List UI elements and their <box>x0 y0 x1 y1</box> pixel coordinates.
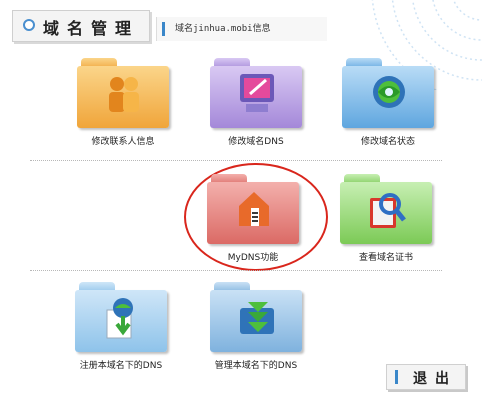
globe-status-icon <box>342 58 434 130</box>
monitor-edit-icon <box>210 58 302 130</box>
exit-button[interactable]: 退出 <box>386 364 466 390</box>
info-bar-icon <box>162 22 165 36</box>
contacts-icon <box>77 58 169 130</box>
domain-info-text: 域名jinhua.mobi信息 <box>175 24 271 34</box>
register-dns-icon <box>75 282 167 354</box>
manage-dns-button[interactable]: 管理本域名下的DNS <box>201 282 311 371</box>
mydns-house-icon <box>207 174 299 246</box>
edit-dns-button[interactable]: 修改域名DNS <box>201 58 311 147</box>
register-dns-button[interactable]: 注册本域名下的DNS <box>66 282 176 371</box>
row-divider-1 <box>30 160 442 161</box>
edit-dns-label: 修改域名DNS <box>228 137 284 147</box>
mydns-label: MyDNS功能 <box>227 253 279 263</box>
exit-label: 退出 <box>413 371 457 387</box>
manage-dns-label: 管理本域名下的DNS <box>214 361 298 371</box>
title-bullet-icon <box>23 19 35 31</box>
certificate-search-icon <box>340 174 432 246</box>
mydns-button[interactable]: MyDNS功能 <box>198 174 308 263</box>
section-title-box: 域名管理 <box>12 10 150 42</box>
view-certificate-button[interactable]: 查看域名证书 <box>331 174 441 263</box>
edit-contacts-label: 修改联系人信息 <box>91 137 155 147</box>
domain-info-box: 域名jinhua.mobi信息 <box>156 17 327 41</box>
edit-contacts-button[interactable]: 修改联系人信息 <box>68 58 178 147</box>
register-dns-label: 注册本域名下的DNS <box>79 361 163 371</box>
page-title: 域名管理 <box>43 19 140 38</box>
exit-bar-icon <box>395 370 398 384</box>
row-divider-2 <box>30 270 442 271</box>
edit-status-button[interactable]: 修改域名状态 <box>333 58 443 147</box>
manage-dns-icon <box>210 282 302 354</box>
view-certificate-label: 查看域名证书 <box>358 253 413 263</box>
edit-status-label: 修改域名状态 <box>360 137 415 147</box>
